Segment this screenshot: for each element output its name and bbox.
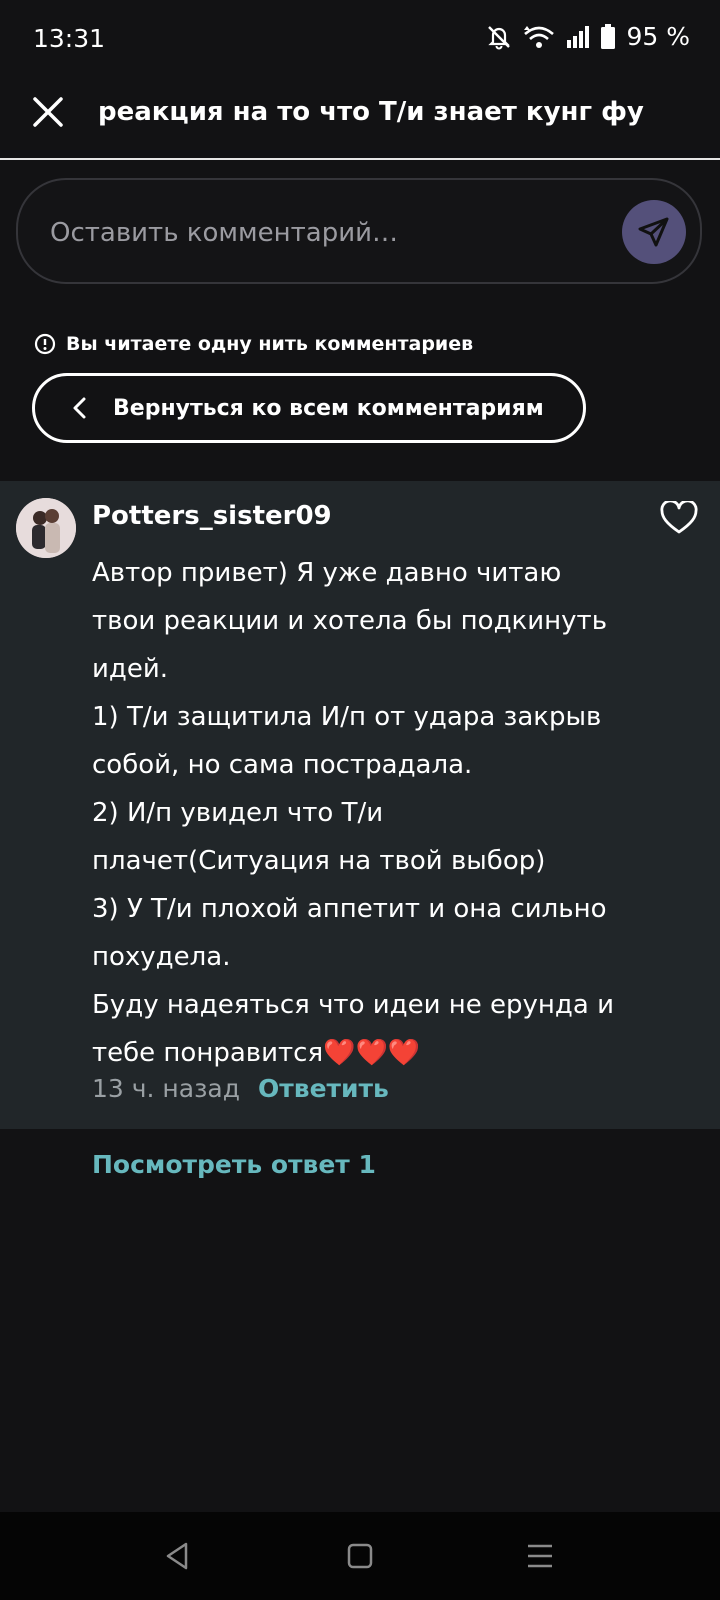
menu-lines-icon bbox=[528, 1544, 552, 1568]
send-icon bbox=[638, 217, 669, 247]
wifi-icon bbox=[524, 25, 555, 48]
home-square-icon bbox=[347, 1543, 373, 1569]
nav-back-button[interactable] bbox=[158, 1536, 198, 1576]
chevron-left-icon bbox=[73, 397, 86, 419]
close-icon bbox=[33, 97, 63, 127]
avatar[interactable] bbox=[16, 498, 76, 558]
comment-line: Автор привет) Я уже давно читаю bbox=[92, 558, 562, 588]
comment-line: собой, но сама пострадала. bbox=[92, 750, 473, 780]
comment-line: 1) Т/и защитила И/п от удара закрыв bbox=[92, 702, 602, 732]
send-button[interactable] bbox=[622, 200, 686, 264]
system-nav-bar bbox=[0, 1512, 720, 1600]
header: реакция на то что Т/и знает кунг фу bbox=[0, 80, 720, 160]
status-time: 13:31 bbox=[33, 24, 106, 53]
comment-username[interactable]: Potters_sister09 bbox=[92, 501, 332, 531]
comment-line: плачет(Ситуация на твой выбор) bbox=[92, 846, 546, 876]
comment-input[interactable] bbox=[48, 210, 592, 256]
comment-line: Буду надеяться что идеи не ерунда и bbox=[92, 990, 614, 1020]
heart-icon bbox=[660, 499, 698, 534]
comment-line: идей. bbox=[92, 654, 169, 684]
back-button-label: Вернуться ко всем комментариям bbox=[113, 395, 544, 421]
comment-text: Автор привет) Я уже давно читаю твои реа… bbox=[92, 549, 682, 1077]
comment-composer bbox=[16, 178, 702, 284]
close-button[interactable] bbox=[28, 92, 68, 132]
nav-recents-button[interactable] bbox=[520, 1536, 560, 1576]
signal-icon bbox=[567, 25, 590, 48]
nav-home-button[interactable] bbox=[340, 1536, 380, 1576]
info-icon bbox=[34, 333, 56, 355]
comment-timestamp: 13 ч. назад bbox=[92, 1074, 240, 1103]
thread-notice: Вы читаете одну нить комментариев bbox=[34, 333, 473, 355]
view-replies-link[interactable]: Посмотреть ответ 1 bbox=[92, 1150, 376, 1179]
comment-line: тебе понравится❤️❤️❤️ bbox=[92, 1038, 421, 1068]
thread-notice-text: Вы читаете одну нить комментариев bbox=[66, 333, 474, 355]
back-triangle-icon bbox=[166, 1542, 188, 1570]
status-icons: 95 % bbox=[486, 22, 690, 51]
comment-line: 3) У Т/и плохой аппетит и она сильно bbox=[92, 894, 607, 924]
back-to-all-comments-button[interactable]: Вернуться ко всем комментариям bbox=[32, 373, 586, 443]
comment-card: Potters_sister09 Автор привет) Я уже дав… bbox=[0, 481, 720, 1129]
avatar-image bbox=[16, 498, 76, 558]
comment-line: 2) И/п увидел что Т/и bbox=[92, 798, 384, 828]
mute-bell-icon bbox=[488, 25, 511, 49]
like-button[interactable] bbox=[660, 499, 698, 535]
comment-line: похудела. bbox=[92, 942, 231, 972]
comment-meta: 13 ч. назад Ответить bbox=[92, 1074, 389, 1103]
reply-button[interactable]: Ответить bbox=[258, 1074, 389, 1103]
status-bar: 13:31 95 % bbox=[0, 0, 720, 80]
page-title: реакция на то что Т/и знает кунг фу bbox=[98, 97, 644, 127]
battery-percentage: 95 % bbox=[626, 22, 690, 51]
battery-icon bbox=[601, 23, 616, 49]
comment-line: твои реакции и хотела бы подкинуть bbox=[92, 606, 608, 636]
